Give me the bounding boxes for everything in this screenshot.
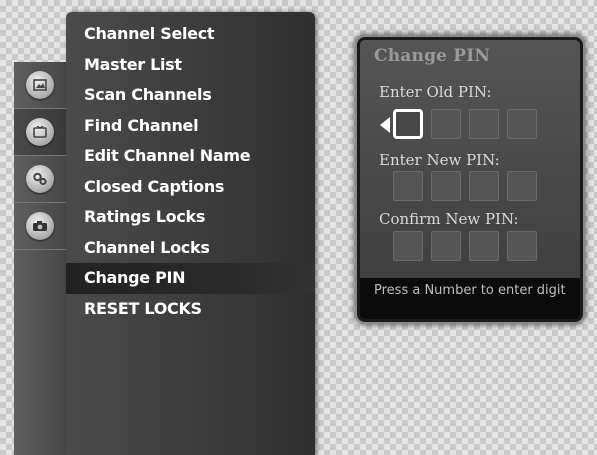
menu-item-change-pin[interactable]: Change PIN xyxy=(66,263,315,294)
rail-item-picture[interactable] xyxy=(14,62,66,109)
dialog-title: Change PIN xyxy=(374,46,491,66)
confirm-pin-digit-1[interactable] xyxy=(393,231,423,261)
menu-item-edit-channel-name[interactable]: Edit Channel Name xyxy=(66,141,315,172)
new-pin-digit-4[interactable] xyxy=(507,171,537,201)
new-pin-digit-3[interactable] xyxy=(469,171,499,201)
menu-item-ratings-locks[interactable]: Ratings Locks xyxy=(66,202,315,233)
old-pin-label: Enter Old PIN: xyxy=(379,83,492,101)
pin-cursor-arrow-icon xyxy=(380,117,390,133)
channel-icon xyxy=(26,118,54,146)
camera-icon xyxy=(26,212,54,240)
menu-item-channel-locks[interactable]: Channel Locks xyxy=(66,233,315,264)
channel-menu: Channel Select Master List Scan Channels… xyxy=(66,12,315,455)
confirm-pin-row xyxy=(393,231,537,263)
menu-list: Channel Select Master List Scan Channels… xyxy=(66,19,315,324)
confirm-pin-digit-4[interactable] xyxy=(507,231,537,261)
menu-item-channel-select[interactable]: Channel Select xyxy=(66,19,315,50)
picture-icon xyxy=(26,71,54,99)
confirm-pin-digit-3[interactable] xyxy=(469,231,499,261)
rail-item-channel[interactable] xyxy=(14,109,66,156)
confirm-pin-digit-2[interactable] xyxy=(431,231,461,261)
old-pin-digit-4[interactable] xyxy=(507,109,537,139)
new-pin-digit-1[interactable] xyxy=(393,171,423,201)
menu-item-find-channel[interactable]: Find Channel xyxy=(66,111,315,142)
rail-item-settings[interactable] xyxy=(14,156,66,203)
change-pin-dialog: Change PIN Enter Old PIN: Enter New PIN:… xyxy=(357,37,583,322)
new-pin-row xyxy=(393,171,537,203)
menu-item-reset-locks[interactable]: RESET LOCKS xyxy=(66,294,315,325)
menu-item-closed-captions[interactable]: Closed Captions xyxy=(66,172,315,203)
old-pin-digit-3[interactable] xyxy=(469,109,499,139)
rail-item-camera[interactable] xyxy=(14,203,66,250)
confirm-pin-label: Confirm New PIN: xyxy=(379,210,519,228)
old-pin-digit-2[interactable] xyxy=(431,109,461,139)
settings-gears-icon xyxy=(26,165,54,193)
menu-item-master-list[interactable]: Master List xyxy=(66,50,315,81)
dialog-help-text: Press a Number to enter digit xyxy=(360,278,580,319)
menu-item-scan-channels[interactable]: Scan Channels xyxy=(66,80,315,111)
new-pin-digit-2[interactable] xyxy=(431,171,461,201)
old-pin-row xyxy=(393,109,537,141)
category-rail xyxy=(14,62,67,455)
old-pin-digit-1[interactable] xyxy=(393,109,423,139)
new-pin-label: Enter New PIN: xyxy=(379,151,500,169)
